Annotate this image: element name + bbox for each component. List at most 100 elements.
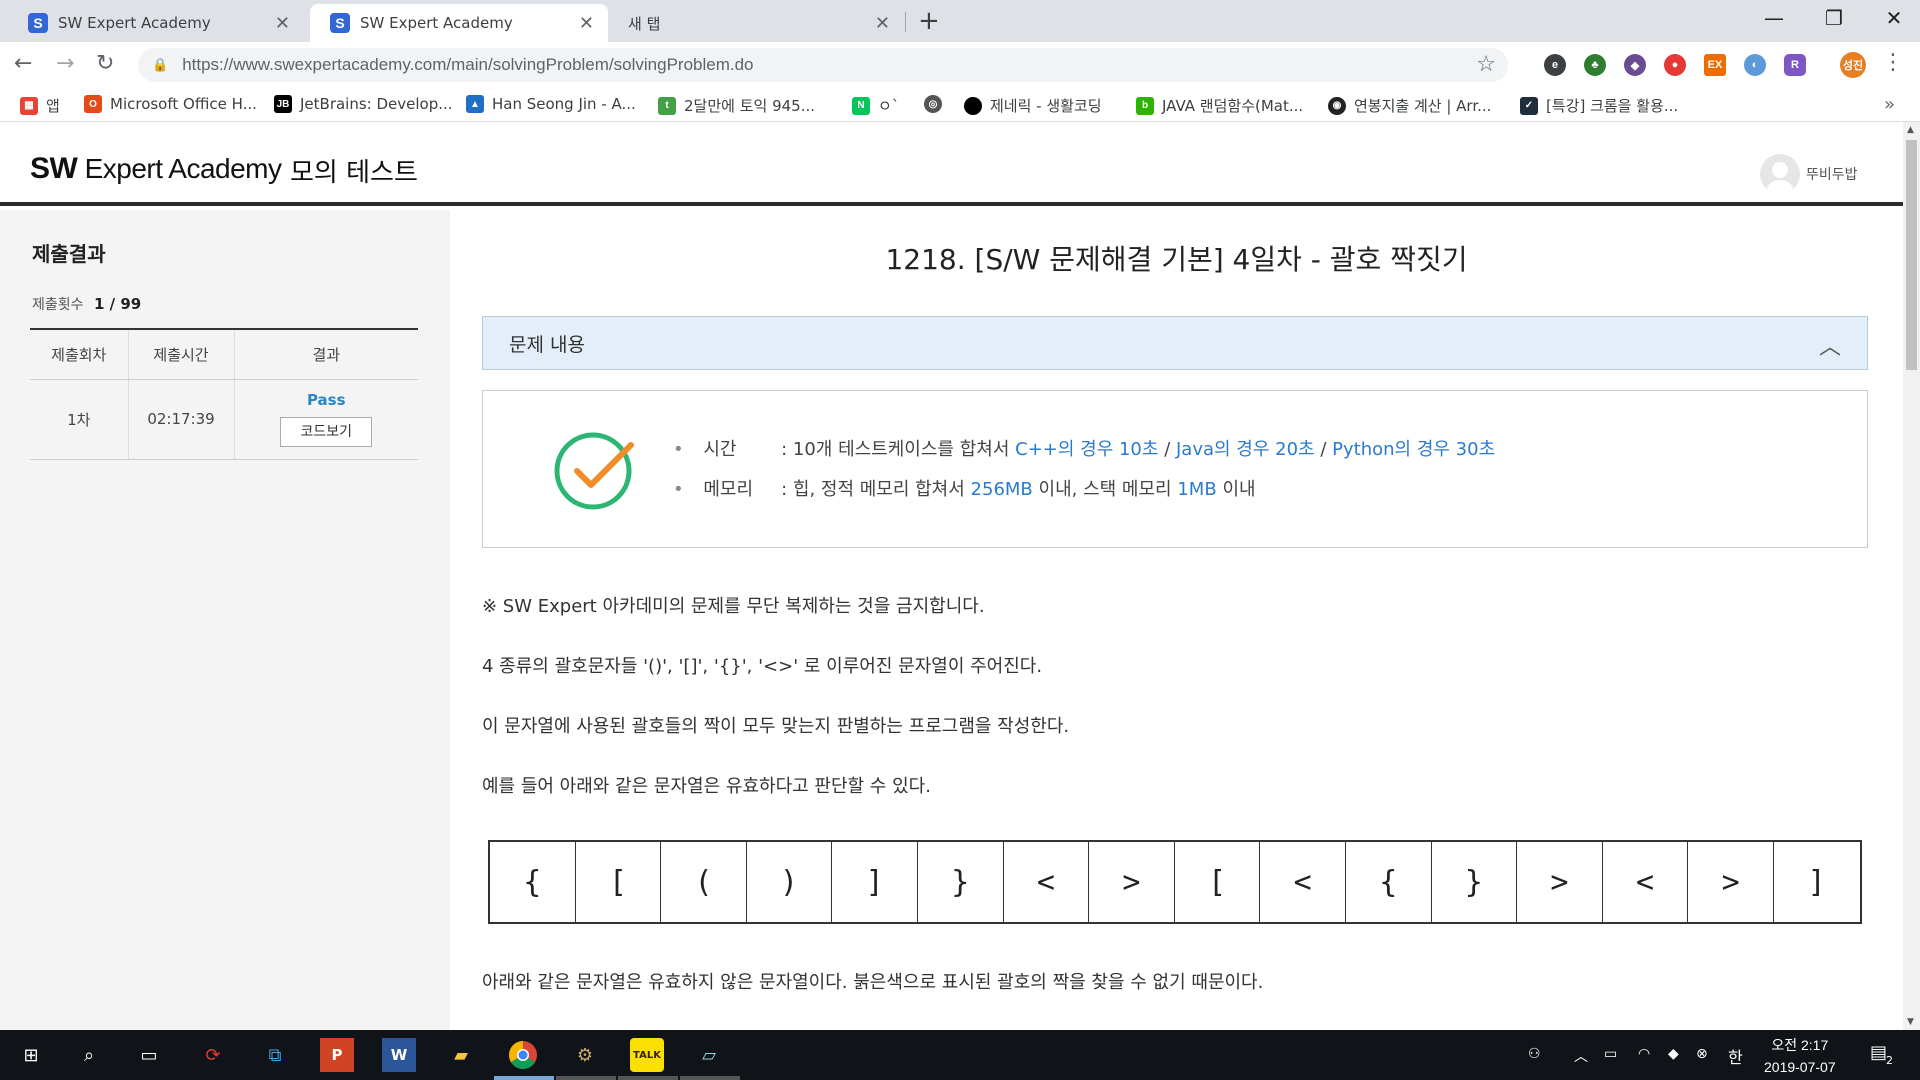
bookmark-item[interactable]: N ㅇ` [852, 95, 899, 116]
close-window-icon[interactable]: ✕ [1864, 6, 1920, 30]
memory-heap: 256MB [970, 479, 1033, 500]
new-tab-icon[interactable]: + [918, 6, 940, 36]
notification-count: 2 [1886, 1054, 1893, 1067]
bookmarks-overflow-icon[interactable]: » [1884, 94, 1895, 115]
settings-gear-icon[interactable]: ⚙ [568, 1038, 602, 1072]
word-icon[interactable]: W [382, 1038, 416, 1072]
naver-icon: N [852, 96, 870, 115]
time-prefix: : 10개 테스트케이스를 합쳐서 [781, 439, 1010, 460]
browser-tab[interactable]: 새 탭 ✕ [608, 4, 904, 42]
scroll-down-icon[interactable]: ▼ [1907, 1017, 1914, 1027]
submission-count: 제출횟수 1 / 99 [32, 294, 141, 314]
chevron-up-icon[interactable]: ︿ [1819, 329, 1841, 361]
browser-menu-icon[interactable]: ⋮ [1882, 50, 1904, 75]
result-status: Pass [306, 391, 346, 409]
bookmark-item[interactable]: O Microsoft Office H... [84, 95, 257, 113]
bookmark-label: Microsoft Office H... [110, 95, 257, 113]
show-hidden-icons-chevron-icon[interactable]: ︿ [1574, 1046, 1588, 1066]
view-code-button[interactable]: 코드보기 [280, 417, 373, 447]
bookmark-item[interactable]: JB JetBrains: Develop... [274, 95, 453, 113]
bookmark-star-icon[interactable]: ☆ [1476, 52, 1496, 77]
clock-date: 2019-07-07 [1764, 1059, 1836, 1075]
bookmark-item[interactable]: t 2달만에 토익 945... [658, 95, 815, 116]
page-section-title: 모의 테스트 [290, 158, 418, 188]
file-explorer-icon[interactable]: ▰ [444, 1038, 478, 1072]
address-bar[interactable]: 🔒 https://www.swexpertacademy.com/main/s… [138, 48, 1508, 82]
time-python: Python의 경우 30초 [1332, 439, 1496, 460]
extension-icon[interactable]: ♣ [1584, 54, 1606, 76]
notepad-app-icon[interactable]: ▱ [692, 1038, 726, 1072]
dropbox-icon[interactable]: ◆ [1668, 1046, 1679, 1062]
extension-icon[interactable]: ◆ [1624, 54, 1646, 76]
reload-icon[interactable]: ↻ [96, 51, 114, 76]
bookmark-item[interactable]: ✓ [특강] 크롬을 활용... [1520, 95, 1678, 116]
time-limit-row: • 시간 : 10개 테스트케이스를 합쳐서 C++의 경우 10초 / Jav… [673, 435, 1495, 461]
task-view-icon[interactable]: ▭ [132, 1038, 166, 1072]
back-icon[interactable]: ← [14, 51, 32, 76]
limits-box: • 시간 : 10개 테스트케이스를 합쳐서 C++의 경우 10초 / Jav… [482, 390, 1868, 548]
sync-app-icon[interactable]: ⟳ [196, 1038, 230, 1072]
restore-icon[interactable]: ❐ [1804, 6, 1864, 30]
bookmark-item[interactable]: 제네릭 - 생활코딩 [964, 95, 1102, 116]
kakaotalk-icon[interactable]: TALK [630, 1038, 664, 1072]
browser-tab-active[interactable]: S SW Expert Academy ✕ [310, 4, 608, 42]
bookmark-label: 앱 [46, 97, 60, 115]
vertical-scrollbar[interactable]: ▲ ▼ [1903, 122, 1920, 1030]
bookmark-label: 연봉지출 계산 | Arr... [1354, 97, 1492, 115]
logo-bold: SW [30, 152, 78, 185]
extension-icon[interactable]: R [1784, 54, 1806, 76]
problem-paragraph: 아래와 같은 문자열은 유효하지 않은 문자열이다. 붉은색으로 표시된 괄호의… [482, 972, 1264, 993]
powerpoint-icon[interactable]: P [320, 1038, 354, 1072]
extension-icon[interactable]: e [1544, 54, 1566, 76]
volume-muted-icon[interactable]: ⊗ [1696, 1046, 1708, 1062]
problem-section-toggle[interactable]: 문제 내용 ︿ [482, 316, 1868, 370]
bookmark-label: JAVA 랜덤함수(Mat... [1162, 97, 1304, 115]
close-tab-icon[interactable]: ✕ [579, 13, 594, 34]
bookmark-item[interactable]: ▲ Han Seong Jin - A... [466, 95, 636, 113]
profile-avatar[interactable]: 성진 [1840, 52, 1866, 78]
extension-icon[interactable]: ◐ [1744, 54, 1766, 76]
scrollbar-thumb[interactable] [1906, 140, 1917, 370]
browser-toolbar: ← → ↻ 🔒 https://www.swexpertacademy.com/… [0, 42, 1920, 88]
user-menu[interactable]: 뚜비두밥 [1760, 154, 1858, 194]
url-text: https://www.swexpertacademy.com/main/sol… [182, 55, 754, 74]
forward-icon[interactable]: → [56, 51, 74, 76]
scroll-up-icon[interactable]: ▲ [1907, 125, 1914, 135]
bookmark-item[interactable]: ◉ 연봉지출 계산 | Arr... [1328, 95, 1491, 116]
check-circle-icon [554, 432, 634, 510]
minimize-icon[interactable]: — [1744, 6, 1804, 30]
close-tab-icon[interactable]: ✕ [275, 13, 290, 34]
table-header-row: 제출회차 제출시간 결과 [30, 329, 418, 380]
bracket-example-table: {[()]} < >[<{} > < >] [488, 840, 1862, 924]
search-icon[interactable]: ⌕ [72, 1038, 106, 1072]
people-icon[interactable]: ⚇ [1528, 1046, 1541, 1062]
toeic-icon: t [658, 96, 676, 115]
browser-tab[interactable]: S SW Expert Academy ✕ [8, 4, 304, 42]
close-tab-icon[interactable]: ✕ [875, 13, 890, 34]
bookmark-item[interactable]: b JAVA 랜덤함수(Mat... [1136, 95, 1303, 116]
chrome-icon[interactable] [506, 1038, 540, 1072]
bookmark-label: 제네릭 - 생활코딩 [990, 97, 1102, 115]
bullet-icon: • [673, 479, 684, 500]
windows-taskbar: ⊞ ⌕ ▭ ⟳ ⧉ P W ▰ ⚙ TALK ▱ ⚇ ︿ ▭ ◠ ◆ ⊗ 한 오… [0, 1030, 1920, 1080]
network-app-icon[interactable]: ⧉ [258, 1038, 292, 1072]
running-app-indicator [680, 1076, 740, 1080]
site-logo[interactable]: SW Expert Academy [30, 152, 282, 186]
system-clock[interactable]: 오전 2:17 2019-07-07 [1764, 1034, 1836, 1078]
extension-icon[interactable]: ● [1664, 54, 1686, 76]
memory-prefix: : 힙, 정적 메모리 합쳐서 [781, 479, 965, 500]
bookmark-apps[interactable]: ▦ 앱 [20, 95, 60, 116]
separator: / [1320, 439, 1327, 460]
bookmark-item[interactable]: ◎ [924, 95, 950, 113]
windows-start-icon[interactable]: ⊞ [14, 1038, 48, 1072]
globe-icon: ◎ [924, 95, 942, 113]
bookmark-label: ㅇ` [878, 97, 900, 115]
wifi-icon[interactable]: ◠ [1638, 1046, 1650, 1062]
extension-icon[interactable]: EX [1704, 54, 1726, 76]
submission-title: 제출결과 [32, 242, 106, 266]
notification-center-icon[interactable]: ▤ [1870, 1042, 1887, 1063]
bracket-cell: < [1260, 842, 1346, 922]
username: 뚜비두밥 [1806, 167, 1858, 183]
ime-indicator[interactable]: 한 [1728, 1044, 1743, 1068]
battery-icon[interactable]: ▭ [1604, 1046, 1617, 1062]
